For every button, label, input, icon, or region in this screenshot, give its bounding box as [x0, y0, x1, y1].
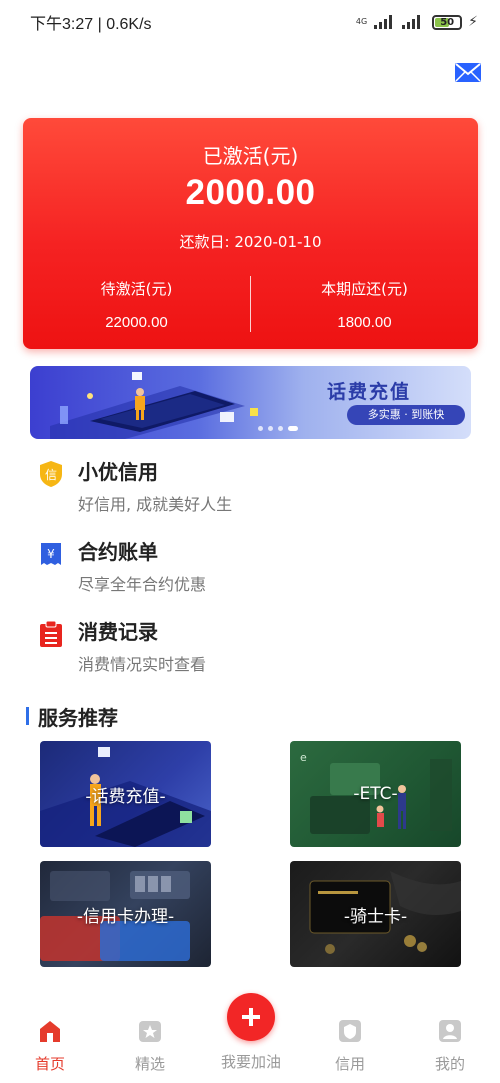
- service-label: -话费充值-: [85, 786, 166, 807]
- service-tile-knight-card[interactable]: -骑士卡-: [290, 861, 461, 967]
- feature-subtitle: 尽享全年合约优惠: [78, 575, 207, 594]
- add-fuel-button[interactable]: [227, 993, 275, 1041]
- signal-2-icon: [402, 15, 421, 29]
- feature-title: 小优信用: [78, 460, 158, 484]
- banner-pagination: [258, 426, 298, 431]
- service-label: -骑士卡-: [343, 906, 408, 927]
- service-tile-etc[interactable]: e -ETC-: [290, 741, 461, 847]
- pending-value: 22000.00: [105, 314, 168, 331]
- profile-icon: [439, 1020, 461, 1042]
- service-label: -ETC-: [353, 784, 398, 804]
- add-fuel-label[interactable]: 我要加油: [200, 1051, 302, 1072]
- plus-icon: [242, 1008, 260, 1026]
- feature-subtitle: 好信用, 成就美好人生: [78, 495, 233, 514]
- banner-dot: [258, 426, 263, 431]
- payable-label: 本期应还(元): [321, 280, 408, 298]
- status-bar: 下午3:27 | 0.6K/s 4G 50 ⚡: [0, 0, 500, 44]
- status-indicators: 4G 50 ⚡: [356, 14, 478, 30]
- battery-level: 50: [440, 16, 455, 28]
- credit-icon: [339, 1020, 361, 1042]
- section-accent-bar: [26, 707, 29, 725]
- pending-label: 待激活(元): [100, 280, 173, 298]
- tab-label: 我的: [434, 1055, 465, 1073]
- promo-banner[interactable]: 话费充值 多实惠 · 到账快: [30, 366, 471, 439]
- feature-title: 合约账单: [78, 540, 158, 564]
- banner-dot-active: [288, 426, 298, 431]
- tab-label: 精选: [134, 1055, 165, 1073]
- pending-activation: 待激活(元) 22000.00: [23, 278, 250, 331]
- banner-dot: [268, 426, 273, 431]
- mail-icon[interactable]: [455, 63, 481, 82]
- status-time-speed: 下午3:27 | 0.6K/s: [30, 16, 152, 33]
- tab-label: 信用: [334, 1055, 365, 1073]
- activated-amount: 2000.00: [185, 173, 316, 212]
- tab-credit[interactable]: 信用: [310, 1017, 390, 1074]
- service-tile-topup[interactable]: -话费充值-: [40, 741, 211, 847]
- activated-label: 已激活(元): [202, 144, 299, 168]
- clipboard-list-icon: [40, 620, 62, 647]
- tab-home[interactable]: 首页: [10, 1017, 90, 1074]
- tab-featured[interactable]: 精选: [110, 1017, 190, 1074]
- feature-title: 消费记录: [78, 620, 158, 644]
- payable-value: 1800.00: [337, 314, 392, 331]
- svg-text:信: 信: [45, 468, 57, 482]
- bill-yen-icon: ¥: [41, 543, 61, 565]
- feature-contract-bill[interactable]: ¥ 合约账单 尽享全年合约优惠: [38, 536, 458, 602]
- feature-credit[interactable]: 信 小优信用 好信用, 成就美好人生: [38, 456, 458, 522]
- tab-label: 首页: [34, 1055, 65, 1073]
- banner-title: 话费充值: [327, 381, 412, 403]
- home-icon: [40, 1021, 60, 1042]
- banner-subtitle: 多实惠 · 到账快: [347, 405, 465, 425]
- svg-text:¥: ¥: [47, 547, 55, 561]
- svg-text:e: e: [300, 751, 307, 764]
- credit-summary-card[interactable]: 已激活(元) 2000.00 还款日: 2020-01-10 待激活(元) 22…: [23, 118, 478, 349]
- payable-this-period: 本期应还(元) 1800.00: [251, 278, 478, 331]
- battery-icon: 50: [432, 14, 463, 30]
- feature-consumption-records[interactable]: 消费记录 消费情况实时查看: [38, 616, 458, 682]
- service-label: -信用卡办理-: [76, 906, 175, 927]
- service-tile-credit-card[interactable]: -信用卡办理-: [40, 861, 211, 967]
- signal-1-icon: [374, 15, 393, 29]
- services-section-header: 服务推荐: [26, 703, 118, 730]
- network-type: 4G: [355, 17, 368, 26]
- bottom-tab-bar: 首页 精选 我要加油 信用 我的: [0, 985, 500, 1083]
- feature-subtitle: 消费情况实时查看: [78, 655, 207, 674]
- shield-credit-icon: 信: [40, 461, 62, 487]
- featured-icon: [139, 1021, 161, 1042]
- due-date: 还款日: 2020-01-10: [179, 233, 322, 251]
- tab-profile[interactable]: 我的: [410, 1017, 490, 1074]
- charging-icon: ⚡: [468, 14, 478, 30]
- banner-dot: [278, 426, 283, 431]
- section-title: 服务推荐: [38, 705, 118, 730]
